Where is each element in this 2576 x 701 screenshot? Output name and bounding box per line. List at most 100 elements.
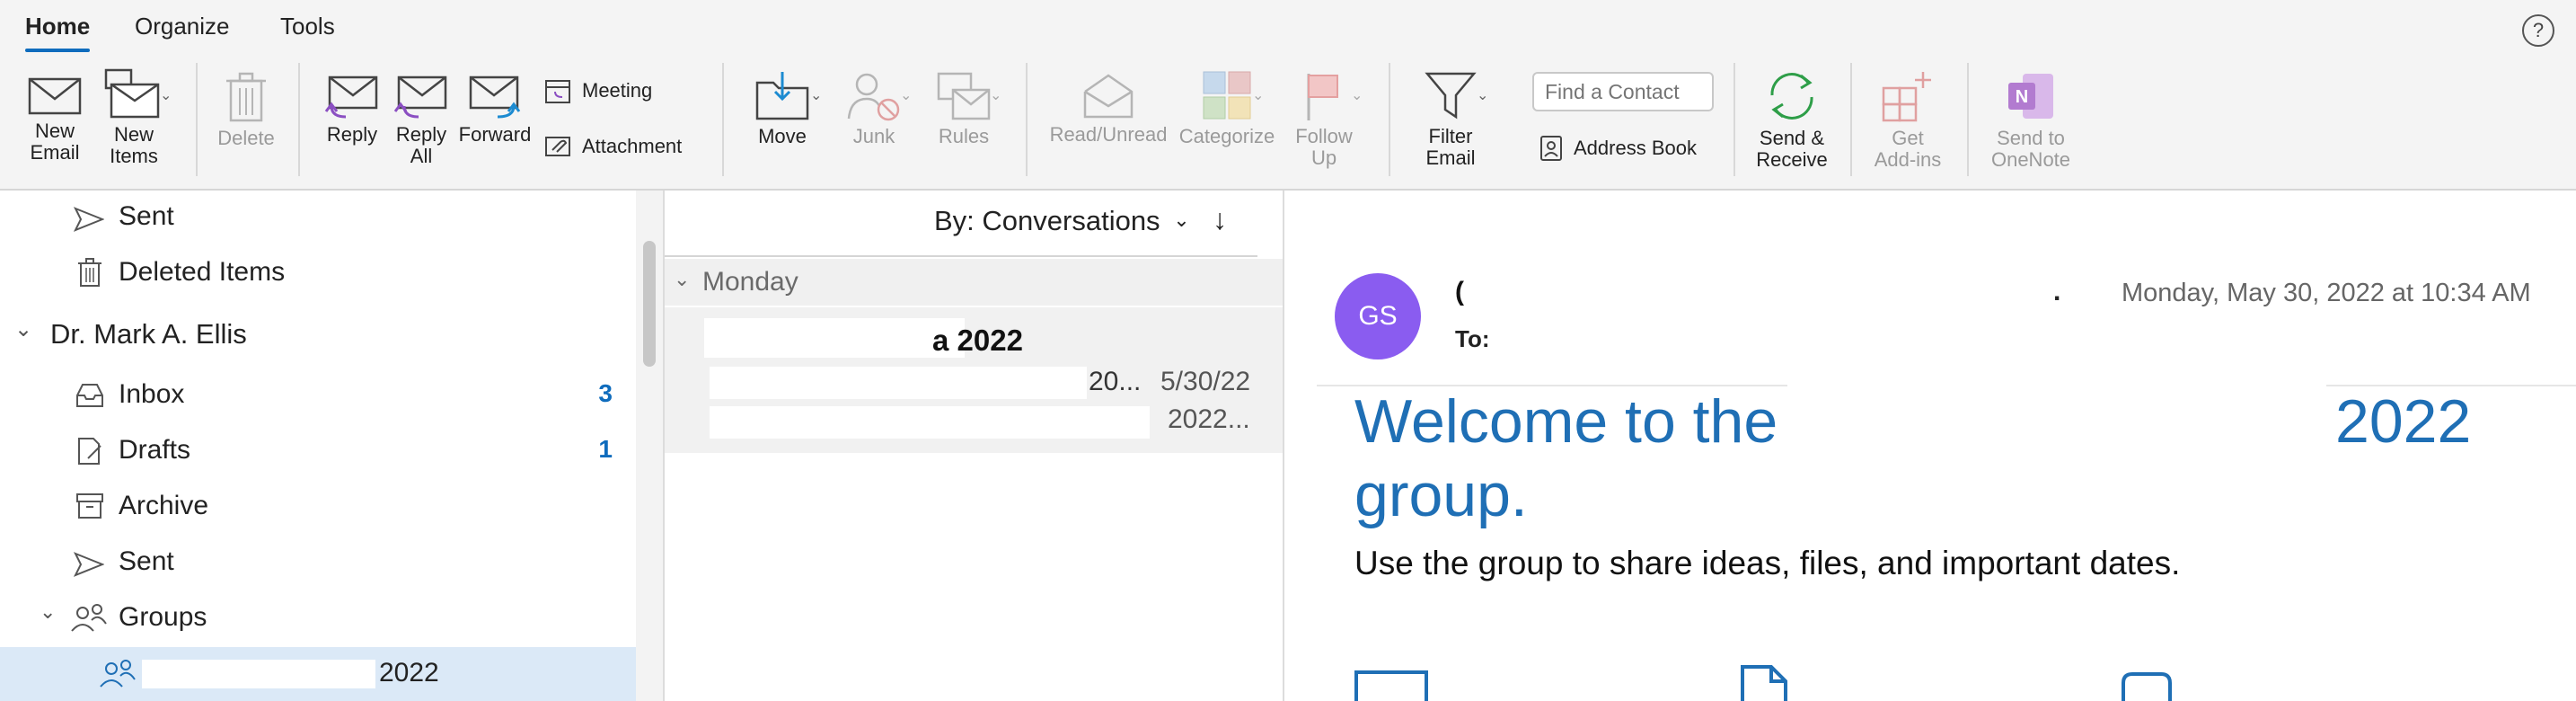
scrollbar-thumb[interactable] bbox=[643, 241, 656, 367]
address-book-icon bbox=[1540, 136, 1562, 161]
ribbon-divider bbox=[298, 63, 300, 176]
date-group-header[interactable]: ⌄ Monday bbox=[665, 259, 1283, 306]
redacted-region bbox=[704, 318, 965, 358]
message-list: By: Conversations ⌄ ↓ ⌄ Monday a 2022 20… bbox=[665, 191, 1284, 701]
move-label: Move bbox=[758, 125, 807, 147]
address-book-button[interactable]: Address Book bbox=[1539, 135, 1697, 162]
tab-organize[interactable]: Organize bbox=[135, 13, 230, 40]
categorize-button[interactable]: Categorize bbox=[1177, 70, 1277, 147]
delete-button[interactable]: Delete bbox=[214, 72, 278, 149]
follow-up-label-1: Follow bbox=[1295, 125, 1353, 147]
folder-group-item[interactable]: 2022 bbox=[0, 647, 636, 701]
folder-label: Sent bbox=[119, 546, 174, 576]
folder-label: Deleted Items bbox=[119, 257, 286, 287]
avatar[interactable]: GS bbox=[1335, 273, 1421, 359]
read-unread-label: Read/Unread bbox=[1049, 123, 1168, 146]
tab-tools[interactable]: Tools bbox=[280, 13, 335, 40]
folder-archive[interactable]: Archive bbox=[0, 480, 636, 534]
message-item[interactable]: a 2022 20... 5/30/22 2022... bbox=[665, 307, 1283, 453]
move-button[interactable]: Move bbox=[745, 70, 819, 147]
ribbon-divider bbox=[196, 63, 198, 176]
junk-button[interactable]: Junk bbox=[839, 70, 909, 147]
message-preview: 20... bbox=[1089, 367, 1142, 396]
addins-icon bbox=[1882, 72, 1931, 122]
rules-button[interactable]: Rules bbox=[929, 70, 999, 147]
reply-icon bbox=[324, 75, 378, 119]
rules-icon bbox=[937, 72, 991, 120]
people-icon bbox=[71, 604, 107, 632]
sort-dropdown[interactable]: By: Conversations ⌄ bbox=[934, 205, 1190, 237]
chevron-down-icon[interactable]: ⌄ bbox=[160, 86, 172, 104]
folder-inbox[interactable]: Inbox 3 bbox=[0, 368, 636, 422]
chevron-down-icon[interactable]: ⌄ bbox=[900, 86, 912, 104]
attachment-label: Attachment bbox=[582, 135, 683, 157]
welcome-heading-cont: group. bbox=[1354, 461, 1528, 529]
send-onenote-label-2: OneNote bbox=[1990, 148, 2071, 171]
folder-deleted-items[interactable]: Deleted Items bbox=[0, 246, 636, 300]
ribbon: Home Organize Tools ? New Email New Item… bbox=[0, 0, 2576, 191]
chevron-down-icon[interactable]: ⌄ bbox=[14, 316, 32, 342]
new-items-label-2: Items bbox=[110, 145, 158, 167]
sort-direction-icon[interactable]: ↓ bbox=[1213, 203, 1227, 236]
forward-icon bbox=[469, 75, 521, 119]
folder-label: Archive bbox=[119, 491, 209, 520]
help-icon[interactable]: ? bbox=[2522, 14, 2554, 47]
meeting-button[interactable]: Meeting bbox=[544, 77, 652, 104]
envelope-icon bbox=[28, 77, 82, 115]
chevron-down-icon[interactable]: ⌄ bbox=[990, 86, 1001, 104]
chevron-down-icon[interactable]: ⌄ bbox=[1351, 86, 1363, 104]
chat-icon bbox=[2122, 672, 2172, 701]
reply-button[interactable]: Reply bbox=[320, 72, 384, 146]
paperclip-icon bbox=[545, 137, 570, 156]
junk-label: Junk bbox=[852, 125, 895, 147]
find-contact-input[interactable] bbox=[1532, 72, 1714, 111]
flag-icon bbox=[1307, 74, 1338, 120]
forward-button[interactable]: Forward bbox=[458, 72, 532, 146]
folder-drafts[interactable]: Drafts 1 bbox=[0, 424, 636, 478]
account-header[interactable]: ⌄ Dr. Mark A. Ellis bbox=[0, 307, 636, 361]
onenote-icon: N bbox=[2008, 74, 2053, 119]
reply-all-label-1: Reply bbox=[395, 123, 447, 146]
file-icon bbox=[1741, 665, 1787, 701]
chevron-down-icon[interactable]: ⌄ bbox=[674, 268, 690, 291]
tab-home[interactable]: Home bbox=[25, 13, 91, 52]
attachment-button[interactable]: Attachment bbox=[544, 135, 682, 158]
sender-name[interactable]: ( bbox=[1455, 277, 1464, 307]
read-unread-button[interactable]: Read/Unread bbox=[1045, 72, 1171, 146]
chevron-down-icon: ⌄ bbox=[1173, 209, 1190, 231]
folder-scrollbar[interactable] bbox=[636, 191, 665, 701]
new-email-button[interactable]: New Email bbox=[23, 72, 86, 164]
chevron-down-icon[interactable]: ⌄ bbox=[1477, 86, 1488, 104]
send-to-onenote-button[interactable]: N Send to OneNote bbox=[1981, 68, 2080, 171]
filter-email-label-1: Filter bbox=[1428, 125, 1473, 147]
chevron-down-icon[interactable]: ⌄ bbox=[40, 600, 56, 624]
drafts-icon bbox=[78, 438, 101, 465]
categorize-icon bbox=[1203, 71, 1251, 120]
redacted-region bbox=[1787, 381, 2326, 462]
message-date: 5/30/22 bbox=[1160, 367, 1251, 396]
folder-pane: Sent Deleted Items ⌄ Dr. Mark A. Ellis I… bbox=[0, 191, 638, 701]
follow-up-button[interactable]: Follow Up bbox=[1286, 70, 1362, 169]
folder-move-icon bbox=[755, 72, 809, 120]
folder-label: Groups bbox=[119, 602, 207, 632]
svg-text:N: N bbox=[2016, 87, 2028, 107]
reply-all-button[interactable]: Reply All bbox=[390, 72, 453, 167]
redacted-region bbox=[710, 367, 1087, 399]
chevron-down-icon[interactable]: ⌄ bbox=[810, 86, 822, 104]
folder-label: 2022 bbox=[379, 658, 439, 688]
filter-email-button[interactable]: Filter Email bbox=[1412, 68, 1489, 169]
message-datetime: Monday, May 30, 2022 at 10:34 AM bbox=[2122, 279, 2531, 307]
calendar-icon bbox=[545, 80, 570, 103]
message-subject: a 2022 bbox=[932, 324, 1023, 357]
follow-up-label-2: Up bbox=[1310, 146, 1337, 169]
to-label: To: bbox=[1455, 325, 1490, 352]
folder-sent-top[interactable]: Sent bbox=[0, 191, 636, 244]
folder-label: Sent bbox=[119, 201, 174, 231]
folder-sent[interactable]: Sent bbox=[0, 536, 636, 590]
folder-groups[interactable]: ⌄ Groups bbox=[0, 591, 636, 645]
send-receive-button[interactable]: Send & Receive bbox=[1748, 68, 1836, 171]
ribbon-divider bbox=[1389, 63, 1390, 176]
body-text: Use the group to share ideas, files, and… bbox=[1354, 545, 2181, 581]
chevron-down-icon[interactable]: ⌄ bbox=[1252, 86, 1264, 104]
get-addins-button[interactable]: Get Add-ins bbox=[1865, 68, 1951, 171]
